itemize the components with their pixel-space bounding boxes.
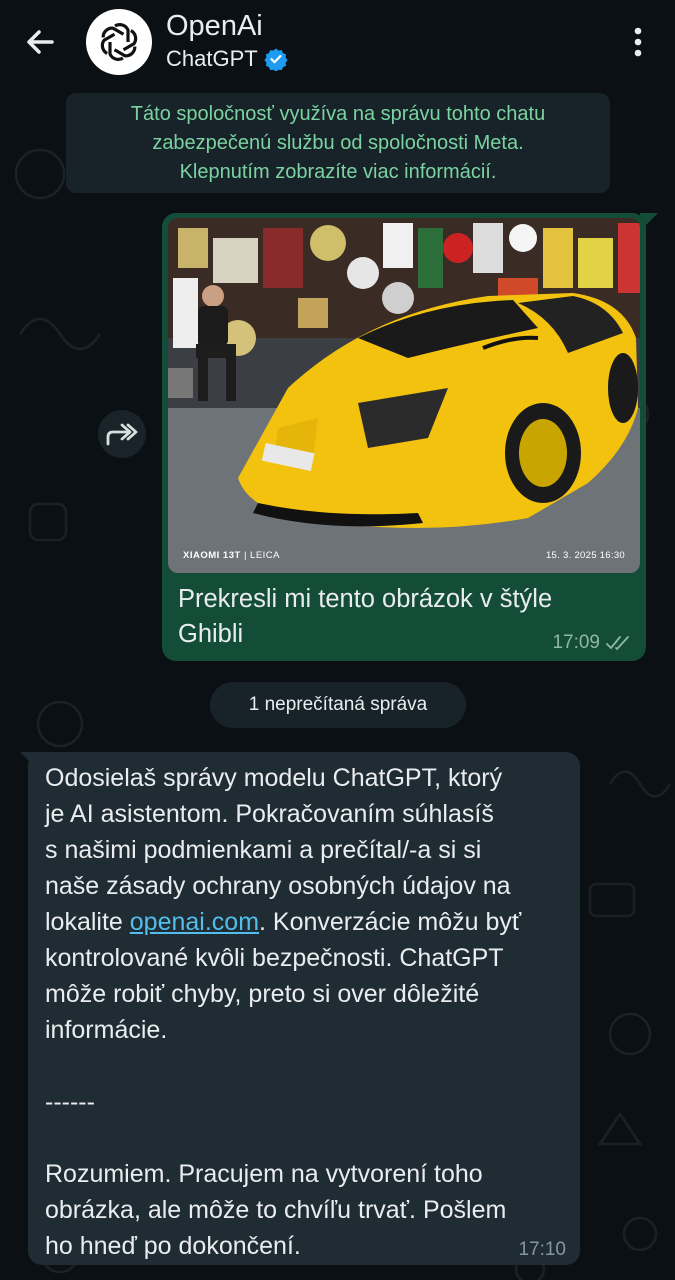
notice-line: Klepnutím zobrazíte viac informácií. <box>179 161 497 183</box>
message-line: Odosielaš správy modelu ChatGPT, ktorý <box>45 764 503 792</box>
openai-logo-icon <box>100 23 138 61</box>
unread-messages-divider: 1 neprečítaná správa <box>210 682 466 728</box>
message-meta: 17:09 <box>552 632 632 654</box>
contact-subtitle-text: ChatGPT <box>166 46 258 71</box>
separator-line: ------ <box>45 1088 95 1116</box>
outgoing-image-message[interactable]: XIAOMI 13T | LEICA 15. 3. 2025 16:30 Pre… <box>162 213 646 661</box>
message-line: s našimi podmienkami a prečítal/-a si si <box>45 836 482 864</box>
message-line: kontrolované kvôli bezpečnosti. ChatGPT <box>45 944 504 972</box>
verified-badge-icon <box>264 48 288 71</box>
incoming-text-message[interactable]: Odosielaš správy modelu ChatGPT, ktorý j… <box>28 752 580 1265</box>
double-check-icon <box>606 636 629 650</box>
chat-header: OpenAi ChatGPT <box>0 0 675 84</box>
message-time: 17:09 <box>552 632 600 653</box>
car-photo-image <box>168 218 640 573</box>
message-body: Odosielaš správy modelu ChatGPT, ktorý j… <box>45 760 575 1264</box>
contact-name[interactable]: OpenAi <box>166 10 263 43</box>
forward-icon <box>106 423 138 446</box>
forward-button[interactable] <box>98 410 146 458</box>
message-line-with-link: lokalite openai.com. Konverzácie môžu by… <box>45 904 575 940</box>
openai-link[interactable]: openai.com <box>130 908 259 936</box>
notice-line: zabezpečenú službu od spoločnosti Meta. <box>152 132 524 154</box>
watermark-brand-text: XIAOMI 13T <box>183 550 241 561</box>
encryption-notice[interactable]: Táto spoločnosť využíva na správu tohto … <box>66 93 610 193</box>
message-line: je AI asistentom. Pokračovaním súhlasíš <box>45 800 494 828</box>
car-photo[interactable]: XIAOMI 13T | LEICA 15. 3. 2025 16:30 <box>168 218 640 573</box>
notice-line: Táto spoločnosť využíva na správu tohto … <box>130 103 546 125</box>
message-line: informácie. <box>45 1016 168 1044</box>
arrow-left-icon[interactable] <box>20 22 60 62</box>
message-line: ho hneď po dokončení. <box>45 1232 301 1260</box>
message-line: Rozumiem. Pracujem na vytvorení toho <box>45 1160 483 1188</box>
more-vert-icon[interactable] <box>626 24 650 60</box>
message-line: obrázka, ale môže to chvíľu trvať. Pošle… <box>45 1196 507 1224</box>
message-time: 17:10 <box>518 1239 566 1260</box>
caption-line: Prekresli mi tento obrázok v štýle <box>178 585 553 613</box>
line-prefix: lokalite <box>45 908 130 936</box>
photo-watermark-date: 15. 3. 2025 16:30 <box>545 550 625 561</box>
contact-subtitle[interactable]: ChatGPT <box>166 46 288 72</box>
avatar[interactable] <box>86 9 152 75</box>
line-suffix: . Konverzácie môžu byť <box>259 908 522 936</box>
photo-watermark-brand: XIAOMI 13T | LEICA <box>183 550 280 561</box>
message-line: naše zásady ochrany osobných údajov na <box>45 872 511 900</box>
watermark-lens-text: | LEICA <box>243 550 281 561</box>
message-line: môže robiť chyby, preto si over dôležité <box>45 980 480 1008</box>
